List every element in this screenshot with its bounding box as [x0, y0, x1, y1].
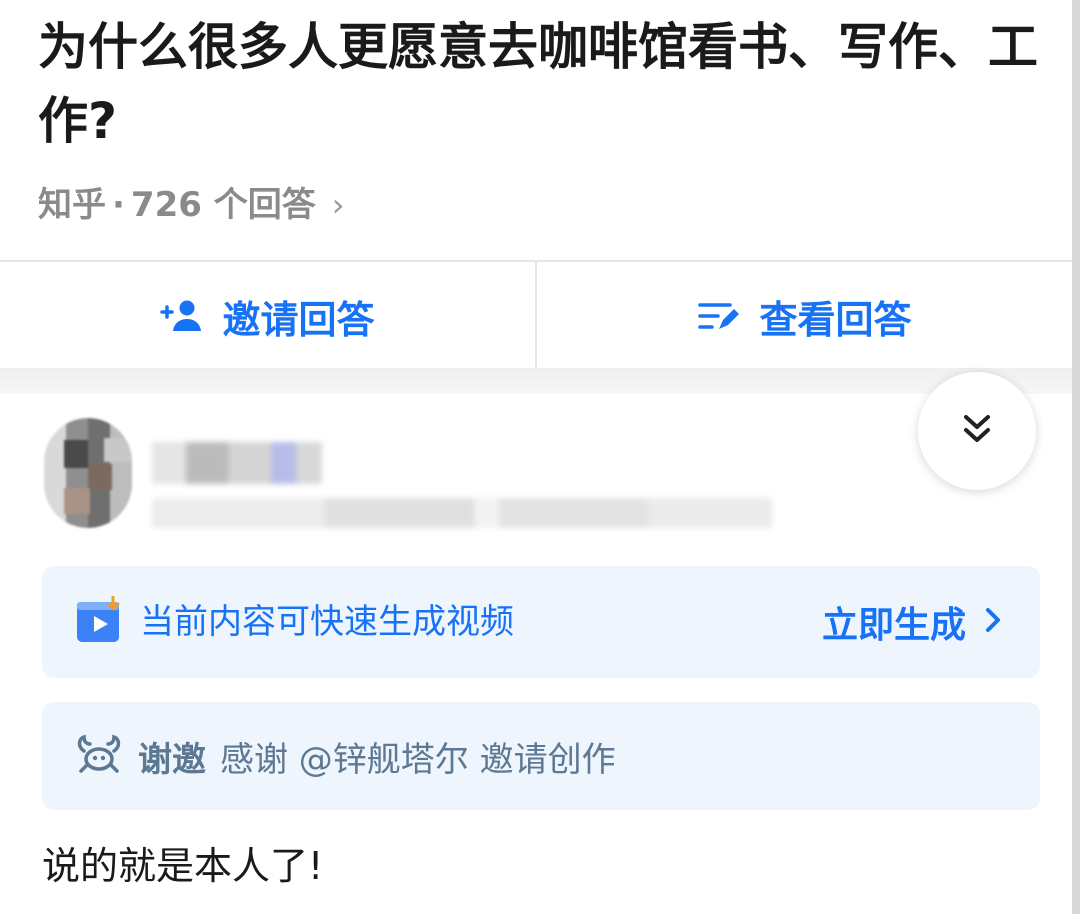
invite-thanks-text: 感谢 @锌舰塔尔 邀请创作: [220, 739, 616, 780]
view-answers-label: 查看回答: [759, 297, 912, 342]
question-action-bar: 邀请回答 查看回答: [0, 260, 1072, 370]
meta-separator: ·: [112, 185, 125, 225]
invite-answer-label: 邀请回答: [222, 297, 375, 342]
answer-count: 726 个回答: [130, 185, 316, 225]
generate-now-label: 立即生成: [821, 605, 966, 646]
invite-thanks-label: 谢邀: [138, 739, 206, 780]
section-divider: [0, 368, 1072, 394]
author-bio-blurred: [152, 498, 772, 528]
list-edit-icon: [697, 299, 741, 333]
collapse-button[interactable]: [918, 372, 1036, 490]
generate-video-text: 当前内容可快速生成视频: [140, 602, 514, 642]
chevron-right-icon: [984, 602, 1002, 643]
add-person-icon: [160, 299, 204, 333]
view-answers-button[interactable]: 查看回答: [535, 262, 1072, 370]
invite-answer-button[interactable]: 邀请回答: [0, 262, 535, 370]
question-title[interactable]: 为什么很多人更愿意去咖啡馆看书、写作、工作?: [38, 10, 1038, 158]
generate-video-card[interactable]: 当前内容可快速生成视频 立即生成: [42, 566, 1040, 678]
crab-icon: [76, 733, 122, 779]
double-chevron-down-icon: [962, 412, 992, 450]
answer-body: 说的就是本人了!: [42, 844, 324, 888]
invitation-thanks-card: 谢邀 感谢 @锌舰塔尔 邀请创作: [42, 702, 1040, 810]
source-label: 知乎: [38, 185, 106, 225]
author-name-blurred[interactable]: [152, 442, 322, 484]
scroll-edge: [1072, 0, 1080, 914]
video-play-icon: [76, 594, 124, 648]
generate-now-button[interactable]: 立即生成: [822, 596, 1002, 648]
avatar[interactable]: [44, 418, 132, 528]
question-meta[interactable]: 知乎 · 726 个回答 ›: [38, 180, 345, 230]
chevron-right-icon: ›: [331, 186, 345, 224]
author-info[interactable]: [44, 412, 804, 532]
answer-page: 为什么很多人更愿意去咖啡馆看书、写作、工作? 知乎 · 726 个回答 › 邀请…: [0, 0, 1080, 914]
